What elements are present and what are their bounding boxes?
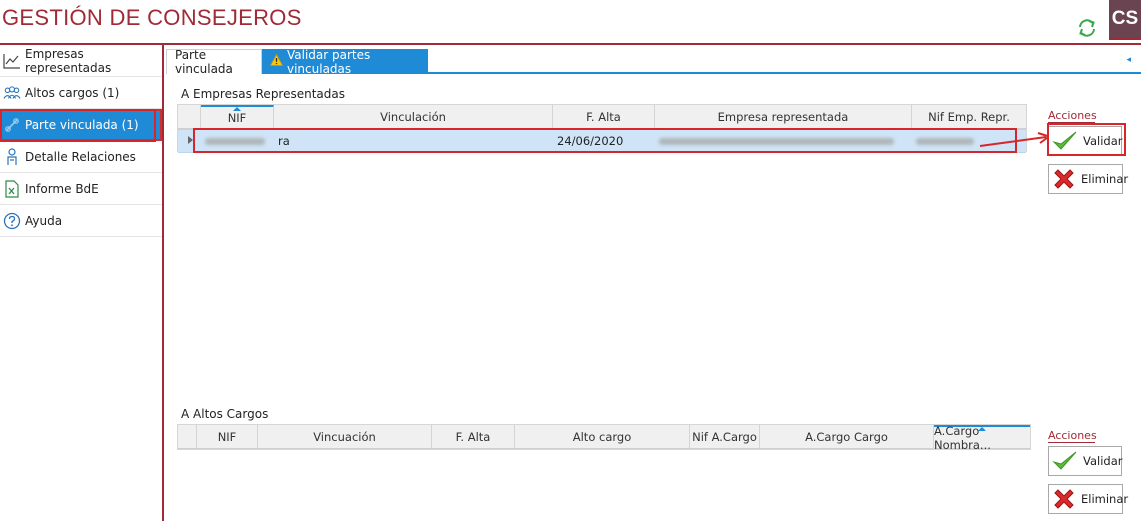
column-header-empresa-representada[interactable]: Empresa representada <box>655 105 912 129</box>
column-header-f-alta[interactable]: F. Alta <box>553 105 655 129</box>
highlight-box-row <box>193 128 1017 153</box>
column-header-nif[interactable]: NIF <box>201 105 274 129</box>
sort-asc-icon <box>978 427 986 431</box>
column-header-nif[interactable]: NIF <box>197 425 258 449</box>
warning-icon <box>269 53 284 69</box>
column-header-nif-acargo[interactable]: Nif A.Cargo <box>690 425 760 449</box>
highlight-box-validar <box>1047 123 1126 156</box>
column-header-nif-emp-repr[interactable]: Nif Emp. Repr. <box>912 105 1026 129</box>
sort-asc-icon <box>233 107 241 111</box>
column-header-acargo-nombre[interactable]: A.Cargo Nombra... <box>934 424 1030 452</box>
row-selector-header <box>178 105 201 129</box>
users-icon <box>3 84 21 102</box>
avatar[interactable]: CS <box>1109 0 1141 40</box>
tab-label: Validar partes vinculadas <box>287 47 371 76</box>
highlight-box-sidebar <box>0 109 156 142</box>
tab-label: Parte vinculada <box>175 48 233 76</box>
title-divider <box>0 43 1141 45</box>
delete-x-icon <box>1051 166 1077 192</box>
chart-icon <box>3 52 21 70</box>
eliminar-button[interactable]: Eliminar <box>1048 164 1128 194</box>
eliminar-button[interactable]: Eliminar <box>1048 484 1128 514</box>
sidebar-item-informe-bde[interactable]: Informe BdE <box>0 173 162 205</box>
actions-label: Acciones <box>1048 429 1097 443</box>
delete-x-icon <box>1051 486 1077 512</box>
sidebar-item-empresas-representadas[interactable]: Empresas representadas <box>0 45 162 77</box>
sidebar-item-label: Ayuda <box>25 213 63 228</box>
help-icon <box>3 212 21 230</box>
checkmark-icon <box>1051 448 1079 474</box>
refresh-icon[interactable] <box>1076 17 1098 39</box>
sidebar-item-label: Detalle Relaciones <box>25 149 136 164</box>
column-header-vincuacion[interactable]: Vincuación <box>258 425 432 449</box>
tab-validar-partes-vinculadas[interactable]: Validar partes vinculadas <box>262 47 428 76</box>
section-title-empresas: A Empresas Representadas <box>181 87 346 101</box>
row-selector-header <box>178 425 197 449</box>
sidebar-item-altos-cargos[interactable]: Altos cargos (1) <box>0 77 162 109</box>
column-header-vinculacion[interactable]: Vinculación <box>274 105 553 129</box>
person-icon <box>3 147 21 166</box>
excel-icon <box>3 179 21 198</box>
column-header-acargo-cargo[interactable]: A.Cargo Cargo <box>760 425 934 449</box>
actions-label: Acciones <box>1048 109 1097 123</box>
app-title: GESTIÓN DE CONSEJEROS <box>2 5 302 30</box>
sidebar-divider <box>162 45 164 521</box>
column-header-alto-cargo[interactable]: Alto cargo <box>515 425 690 449</box>
sidebar-item-detalle-relaciones[interactable]: Detalle Relaciones <box>0 141 162 173</box>
sidebar-item-label: Altos cargos (1) <box>25 85 120 100</box>
grid-header: NIF Vincuación F. Alta Alto cargo Nif A.… <box>178 424 1030 452</box>
tab-bar: Parte vinculada Validar partes vinculada… <box>166 47 1141 76</box>
validar-button[interactable]: Validar <box>1048 446 1123 476</box>
sidebar-item-label: Empresas representadas <box>25 46 112 75</box>
collapse-arrow-icon[interactable]: ◂ <box>1126 55 1131 65</box>
column-header-f-alta[interactable]: F. Alta <box>432 425 515 449</box>
sidebar-item-label: Informe BdE <box>25 181 99 196</box>
red-arrow-annotation <box>979 132 1052 147</box>
altos-grid: NIF Vincuación F. Alta Alto cargo Nif A.… <box>177 424 1031 452</box>
tab-parte-vinculada[interactable]: Parte vinculada <box>166 48 262 76</box>
grid-header: NIF Vinculación F. Alta Empresa represen… <box>178 105 1026 129</box>
sidebar-item-ayuda[interactable]: Ayuda <box>0 205 162 237</box>
section-title-altos: A Altos Cargos <box>181 407 269 421</box>
